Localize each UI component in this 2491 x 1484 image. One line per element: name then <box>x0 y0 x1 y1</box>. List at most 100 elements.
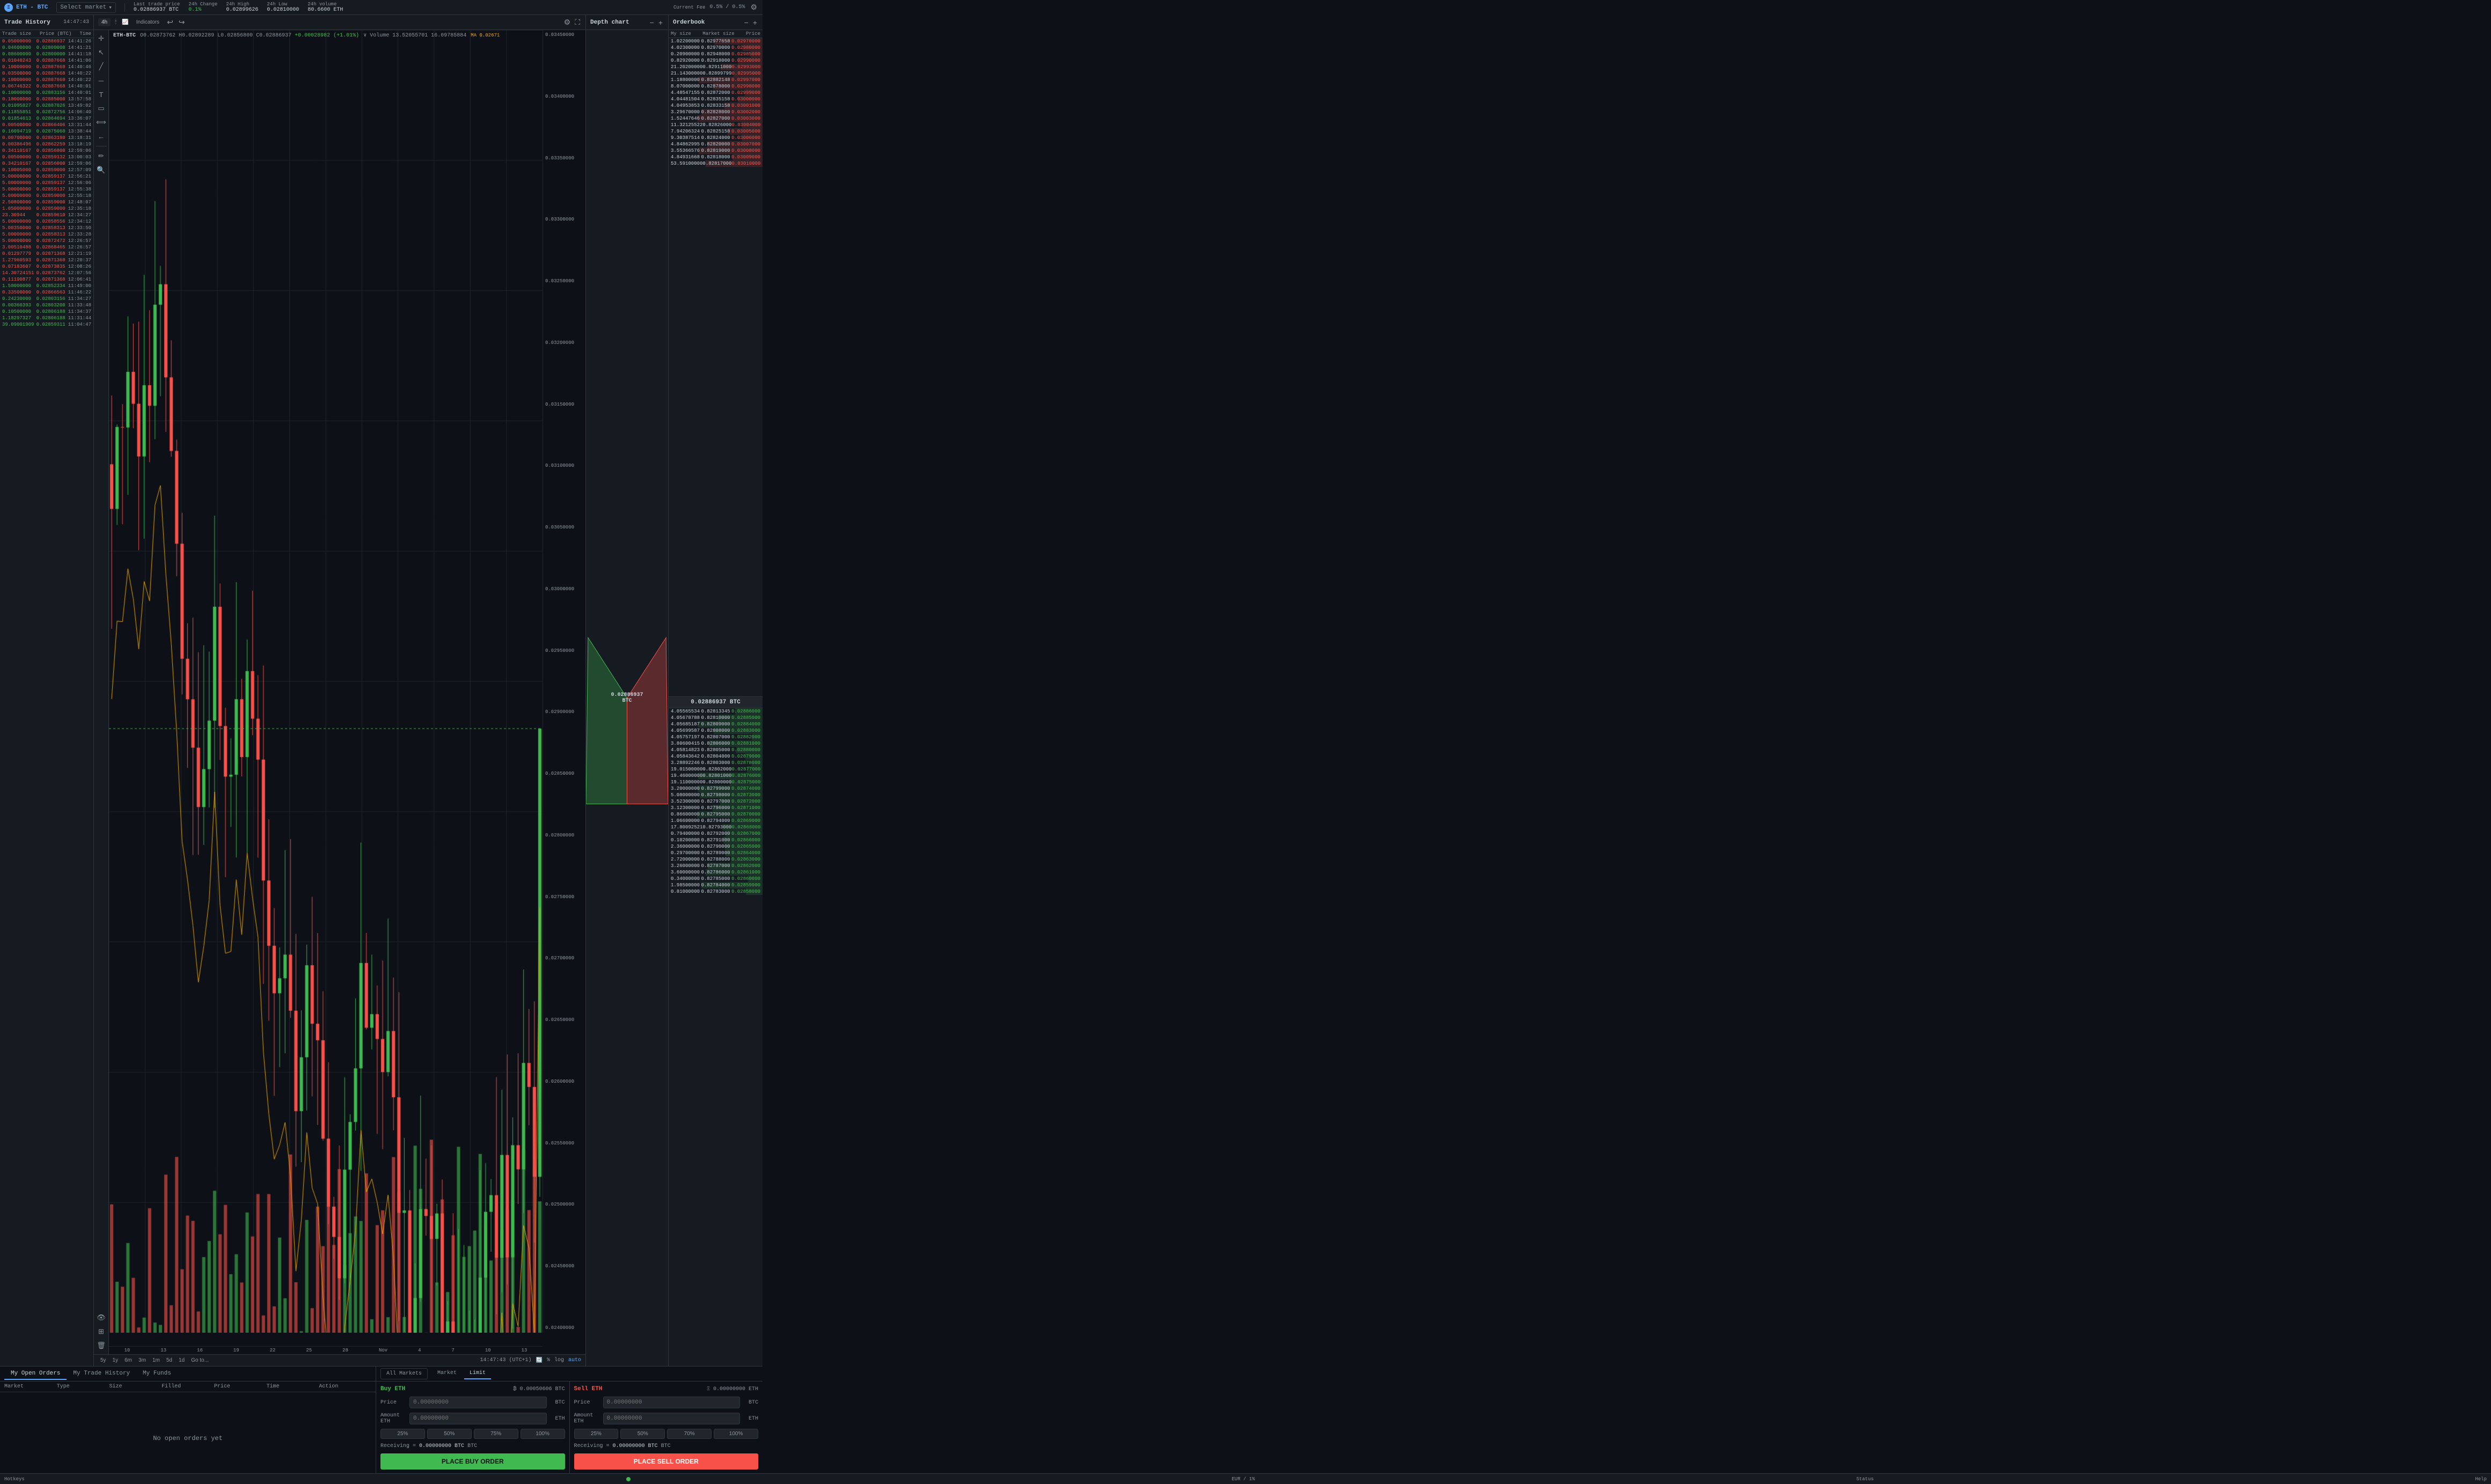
orderbook-bid-row[interactable]: 19.46000000 0.82801000 0.02876000 <box>669 773 763 779</box>
tab-all-markets[interactable]: All Markets <box>380 1368 428 1379</box>
tf-3m[interactable]: 3m <box>136 1356 148 1364</box>
orderbook-ask-row[interactable]: 1.02200000 0.82977658 0.02970000 <box>669 38 763 45</box>
orderbook-minimize-btn[interactable]: − <box>743 17 750 28</box>
measure-tool[interactable]: ⟺ <box>95 116 108 129</box>
redo-icon[interactable]: ↪ <box>178 17 186 28</box>
horizontal-line-tool[interactable]: ─ <box>95 74 108 87</box>
rect-tool[interactable]: ▭ <box>95 102 108 115</box>
trade-history-body[interactable]: 0.05000000 0.02886937 14:41:26 0.0460000… <box>0 38 93 1366</box>
indicators-btn[interactable]: Indicators <box>133 18 163 26</box>
help-label[interactable]: Help <box>2475 1476 2487 1482</box>
chart-type-icon[interactable]: 📈 <box>121 18 129 26</box>
buy-price-input[interactable] <box>409 1397 547 1408</box>
orderbook-ask-row[interactable]: 4.84931668 0.82818000 0.03009000 <box>669 154 763 160</box>
orderbook-ask-row[interactable]: 7.94206324 0.82825158 0.03005000 <box>669 128 763 135</box>
orderbook-body[interactable]: 1.02200000 0.82977658 0.02970000 4.02300… <box>669 38 763 696</box>
buy-amount-input[interactable] <box>409 1413 547 1424</box>
orderbook-bid-row[interactable]: 19.01500000 0.82802000 0.02877000 <box>669 766 763 773</box>
hotkeys-label[interactable]: Hotkeys <box>4 1476 25 1482</box>
tf-5y[interactable]: 5y <box>98 1356 108 1364</box>
log-toggle[interactable]: log <box>554 1357 564 1363</box>
orderbook-bid-row[interactable]: 0.81000000 0.82783000 0.02858000 <box>669 888 763 895</box>
sell-amount-input[interactable] <box>603 1413 741 1424</box>
market-selector[interactable]: Select market ▾ <box>56 2 115 13</box>
chart-settings-icon[interactable]: ⚙ <box>563 17 572 28</box>
orderbook-bid-row[interactable]: 3.80600415 0.82806000 0.02881000 <box>669 740 763 747</box>
sell-pct-70[interactable]: 70% <box>667 1429 712 1439</box>
orderbook-ask-row[interactable]: 0.20900000 0.82948000 0.02985000 <box>669 51 763 57</box>
orderbook-ask-row[interactable]: 4.04953853 0.82833158 0.03001000 <box>669 102 763 109</box>
orderbook-bid-row[interactable]: 0.79400000 0.82792000 0.02867000 <box>669 831 763 837</box>
buy-pct-100[interactable]: 100% <box>521 1429 565 1439</box>
crosshair-tool[interactable]: ✛ <box>95 32 108 45</box>
draw-tool[interactable]: ✏ <box>95 150 108 163</box>
orderbook-bid-row[interactable]: 5.08000000 0.82798000 0.02873000 <box>669 792 763 798</box>
trash-tool[interactable]: 🗑 <box>95 1339 108 1352</box>
settings-icon[interactable]: ⚙ <box>749 2 758 13</box>
orderbook-bid-row[interactable]: 4.05685187 0.82809000 0.02884000 <box>669 721 763 728</box>
text-tool[interactable]: T <box>95 88 108 101</box>
candle-type-icon[interactable]: 🕯 <box>114 18 118 27</box>
tf-1y[interactable]: 1y <box>111 1356 121 1364</box>
fullscreen-icon[interactable]: ⛶ <box>574 17 581 28</box>
orderbook-bid-row[interactable]: 0.10200000 0.82791000 0.02866000 <box>669 837 763 843</box>
back-tool[interactable]: ← <box>95 130 108 143</box>
orderbook-ask-row[interactable]: 9.30387514 0.82824000 0.03006000 <box>669 135 763 141</box>
sell-pct-50[interactable]: 50% <box>620 1429 665 1439</box>
orderbook-bid-row[interactable]: 4.05757197 0.82807000 0.02882000 <box>669 734 763 740</box>
search-chart-tool[interactable]: 🔍 <box>95 164 108 177</box>
orderbook-ask-row[interactable]: 21.14300000 0.82899799 0.02995000 <box>669 70 763 77</box>
orderbook-bid-row[interactable]: 3.20000000 0.82799000 0.02874000 <box>669 785 763 792</box>
place-sell-button[interactable]: PLACE SELL ORDER <box>574 1453 759 1470</box>
tab-limit[interactable]: Limit <box>464 1368 491 1379</box>
tf-5d[interactable]: 5d <box>164 1356 174 1364</box>
orderbook-bid-row[interactable]: 4.05699587 0.82808000 0.02883000 <box>669 728 763 734</box>
sell-pct-100[interactable]: 100% <box>714 1429 758 1439</box>
orderbook-bid-row[interactable]: 3.12300000 0.82796000 0.02871000 <box>669 805 763 811</box>
tab-market[interactable]: Market <box>432 1368 462 1379</box>
orderbook-ask-row[interactable]: 1.18800000 0.82882148 0.02997000 <box>669 77 763 83</box>
buy-pct-50[interactable]: 50% <box>427 1429 472 1439</box>
orderbook-bid-row[interactable]: 1.06600000 0.82794000 0.02869000 <box>669 818 763 824</box>
depth-expand-btn[interactable]: + <box>657 17 664 28</box>
orderbook-ask-row[interactable]: 4.02300000 0.82970000 0.02980000 <box>669 45 763 51</box>
tf-6m[interactable]: 6m <box>122 1356 134 1364</box>
tf-1d[interactable]: 1d <box>177 1356 187 1364</box>
sell-price-input[interactable] <box>603 1397 741 1408</box>
orderbook-bid-row[interactable]: 4.05843642 0.82804000 0.02879000 <box>669 753 763 760</box>
sell-pct-25[interactable]: 25% <box>574 1429 619 1439</box>
orderbook-bid-row[interactable]: 3.52300000 0.82797000 0.02872000 <box>669 798 763 805</box>
place-buy-button[interactable]: PLACE BUY ORDER <box>380 1453 565 1470</box>
orderbook-ask-row[interactable]: 4.04481504 0.82835158 0.03000000 <box>669 96 763 102</box>
orderbook-bid-row[interactable]: 2.36000000 0.82790000 0.02865000 <box>669 843 763 850</box>
undo-icon[interactable]: ↩ <box>166 17 174 28</box>
candlestick-chart[interactable] <box>109 30 543 1333</box>
orderbook-bid-row[interactable]: 2.72000000 0.82788000 0.02863000 <box>669 856 763 863</box>
tab-trade-history[interactable]: My Trade History <box>67 1368 136 1380</box>
orderbook-bid-row[interactable]: 17.80092521 0.82793000 0.02868000 <box>669 824 763 831</box>
orderbook-ask-row[interactable]: 21.20200000 0.82911000 0.02993000 <box>669 64 763 70</box>
orderbook-bid-row[interactable]: 0.86600000 0.82795000 0.02870000 <box>669 811 763 818</box>
orderbook-bid-row[interactable]: 19.11000000 0.82800000 0.02875000 <box>669 779 763 785</box>
orderbook-ask-row[interactable]: 53.59100000 0.82817000 0.03010000 <box>669 160 763 167</box>
tab-funds[interactable]: My Funds <box>136 1368 178 1380</box>
eye-tool[interactable]: 👁 <box>95 1311 108 1324</box>
orderbook-bid-row[interactable]: 1.98500000 0.82784000 0.02859000 <box>669 882 763 888</box>
orderbook-ask-row[interactable]: 3.55366576 0.82819000 0.03008000 <box>669 148 763 154</box>
buy-pct-25[interactable]: 25% <box>380 1429 425 1439</box>
orderbook-bids-body[interactable]: 4.05565534 0.82813345 0.02886000 4.05678… <box>669 708 763 1367</box>
layers-tool[interactable]: ⊞ <box>95 1325 108 1338</box>
orderbook-bid-row[interactable]: 0.34000000 0.82785000 0.02860000 <box>669 876 763 882</box>
auto-toggle[interactable]: auto <box>568 1357 581 1363</box>
goto-btn[interactable]: Go to... <box>189 1356 211 1364</box>
orderbook-bid-row[interactable]: 3.26000000 0.82787000 0.02862000 <box>669 863 763 869</box>
tf-1m[interactable]: 1m <box>150 1356 162 1364</box>
orderbook-ask-row[interactable]: 1.52447646 0.82827000 0.03003000 <box>669 115 763 122</box>
orderbook-bid-row[interactable]: 4.05678788 0.82810000 0.02885000 <box>669 715 763 721</box>
cursor-tool[interactable]: ↖ <box>95 46 108 59</box>
line-tool[interactable]: ╱ <box>95 60 108 73</box>
orderbook-bid-row[interactable]: 3.60000000 0.82786000 0.02861000 <box>669 869 763 876</box>
orderbook-bid-row[interactable]: 4.05565534 0.82813345 0.02886000 <box>669 708 763 715</box>
timeframe-4h[interactable]: 4h <box>98 18 111 26</box>
orderbook-ask-row[interactable]: 0.82920000 0.82918000 0.02990000 <box>669 57 763 64</box>
